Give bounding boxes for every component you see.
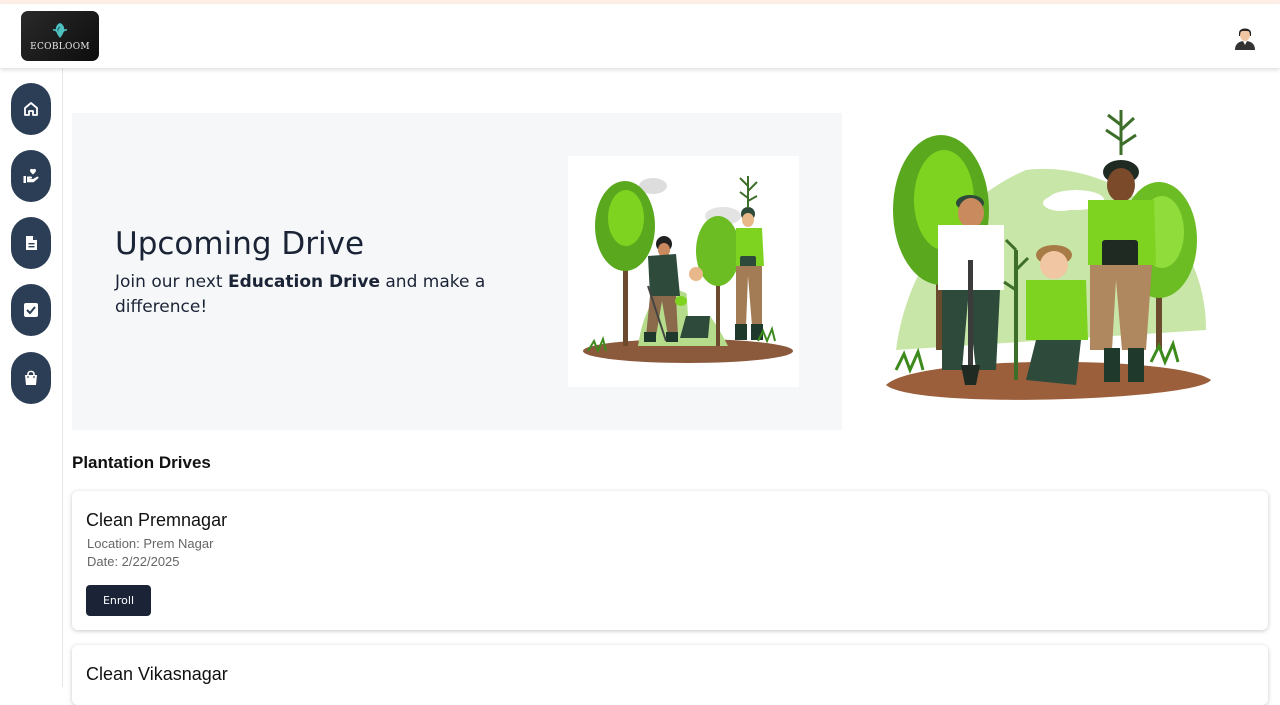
drive-title: Clean Vikasnagar (86, 664, 228, 684)
document-icon (26, 236, 37, 250)
planting-illustration (568, 156, 799, 387)
drive-card: Clean Premnagar Location: Prem Nagar Dat… (72, 491, 1268, 630)
drive-location: Location: Prem Nagar (87, 536, 214, 551)
user-avatar-icon (1235, 28, 1255, 50)
hand-heart-icon (23, 168, 39, 183)
user-avatar[interactable] (1233, 24, 1257, 50)
hero-subtitle-pre: Join our next (115, 272, 228, 292)
leaf-logo-icon (52, 22, 68, 38)
sidebar-item-tasks[interactable] (11, 284, 51, 336)
logo-text: ECOBLOOM (30, 41, 90, 52)
drive-title: Clean Premnagar (86, 510, 228, 530)
sidebar-item-home[interactable] (11, 83, 51, 135)
drive-card: Clean Vikasnagar (72, 645, 1268, 705)
sidebar-item-donate[interactable] (11, 150, 51, 202)
sidebar-item-shop[interactable] (11, 352, 51, 404)
volunteers-illustration (876, 100, 1216, 412)
drive-date: Date: 2/22/2025 (87, 554, 180, 569)
top-header: ECOBLOOM (0, 4, 1280, 68)
ecobloom-logo[interactable]: ECOBLOOM (21, 11, 99, 61)
hero-subtitle-highlight: Education Drive (227, 272, 380, 292)
checkbox-icon (24, 303, 38, 317)
sidebar-item-documents[interactable] (11, 217, 51, 269)
enroll-button[interactable]: Enroll (86, 585, 151, 616)
upcoming-drive-banner: Upcoming Drive Join our next Education D… (72, 113, 842, 430)
sidebar (0, 68, 63, 687)
section-title: Plantation Drives (72, 453, 211, 472)
home-icon (24, 102, 38, 116)
shopping-bag-icon (25, 370, 37, 385)
hero-subtitle: Join our next Education Drive and make a… (115, 270, 495, 320)
hero-title: Upcoming Drive (115, 226, 365, 262)
